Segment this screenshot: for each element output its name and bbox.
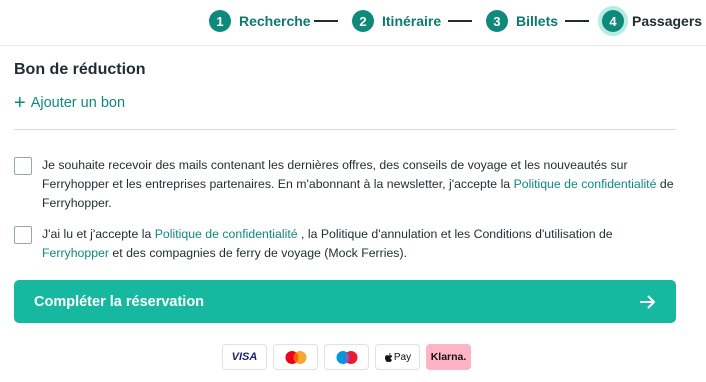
newsletter-checkbox[interactable] [14,157,32,175]
privacy-policy-link[interactable]: Politique de confidentialité [155,227,298,241]
terms-checkbox[interactable] [14,226,32,244]
step-label: Passagers [632,13,703,29]
step-number: 3 [486,10,508,32]
step-number: 4 [602,10,624,32]
terms-consent-text: J'ai lu et j'accepte la Politique de con… [42,225,676,263]
mastercard-icon [285,350,306,364]
add-voucher-button[interactable]: + Ajouter un bon [14,92,126,114]
divider [14,129,676,130]
newsletter-consent-text: Je souhaite recevoir des mails contenant… [42,156,676,213]
step-number: 2 [352,10,374,32]
complete-booking-button[interactable]: Compléter la réservation [14,280,676,323]
terms-text: J'ai lu et j'accepte la [42,227,155,241]
terms-text: , la Politique d'annulation et les Condi… [297,227,613,241]
step-label: Recherche [239,13,311,29]
klarna-logo: Klarna. [426,344,471,370]
step-billets[interactable]: 3 Billets [486,8,558,34]
add-voucher-label: Ajouter un bon [30,95,126,111]
maestro-logo [324,344,369,370]
terms-text: et des compagnies de ferry de voyage (Mo… [108,246,407,260]
applepay-logo: Pay [375,344,420,370]
applepay-text: Pay [393,351,412,363]
newsletter-consent-row: Je souhaite recevoir des mails contenant… [14,156,676,213]
privacy-policy-link[interactable]: Politique de confidentialité [514,177,657,191]
step-number: 1 [209,10,231,32]
step-connector [448,20,472,22]
maestro-icon [336,350,357,364]
payment-methods: VISA Pay Klarna. [222,344,471,370]
step-recherche[interactable]: 1 Recherche [209,8,311,34]
complete-booking-label: Compléter la réservation [34,293,205,310]
step-connector [565,20,589,22]
ferryhopper-link[interactable]: Ferryhopper [42,246,109,260]
apple-icon [384,352,393,362]
plus-icon: + [14,92,26,114]
mastercard-logo [273,344,318,370]
step-itineraire[interactable]: 2 Itinéraire [352,8,441,34]
terms-consent-row: J'ai lu et j'accepte la Politique de con… [14,225,676,263]
arrow-right-icon [640,295,655,308]
step-label: Itinéraire [382,13,442,29]
voucher-title: Bon de réduction [14,61,146,78]
visa-logo: VISA [222,344,267,370]
step-passagers[interactable]: 4 Passagers [602,8,702,34]
booking-stepper: 1 Recherche 2 Itinéraire 3 Billets 4 Pas… [0,0,706,46]
step-label: Billets [516,13,559,29]
step-connector [314,20,338,22]
